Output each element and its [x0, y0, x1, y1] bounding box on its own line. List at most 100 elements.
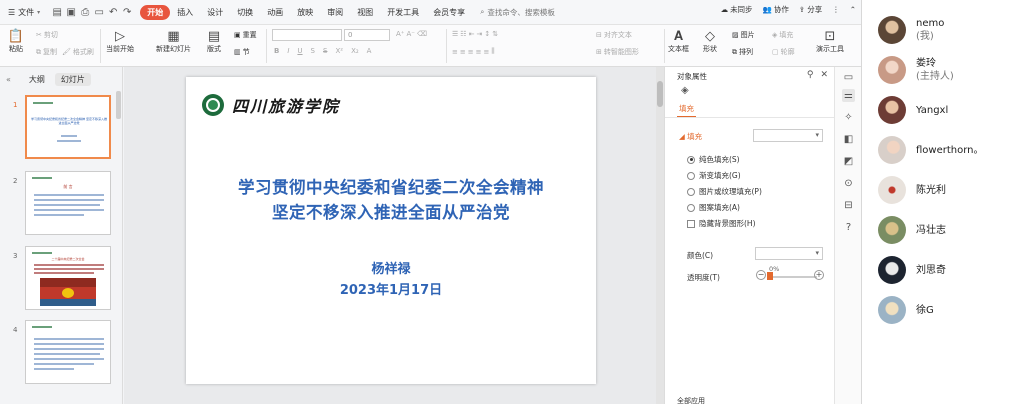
- properties-icon[interactable]: ⚌: [842, 89, 855, 102]
- print-preview-icon[interactable]: ▭: [92, 5, 106, 19]
- subscript-icon[interactable]: X₂: [351, 47, 359, 55]
- tab-animations[interactable]: 动画: [260, 5, 290, 20]
- cut-button[interactable]: ✂ 剪切: [36, 30, 58, 40]
- collab-button[interactable]: 👥 协作: [763, 4, 789, 15]
- columns-icon[interactable]: ⫼: [491, 47, 494, 56]
- current-slide[interactable]: 四川旅游学院 学习贯彻中央纪委和省纪委二次全会精神 坚定不移深入推进全面从严治党…: [186, 77, 596, 384]
- radio-button[interactable]: [687, 171, 695, 180]
- picture-button[interactable]: ▨ 图片: [732, 30, 755, 40]
- redo-icon[interactable]: ↷: [120, 5, 134, 19]
- color-select[interactable]: ▾: [755, 247, 823, 260]
- option-gradient-fill[interactable]: 渐变填充(G): [687, 170, 741, 181]
- apply-all-button[interactable]: 全部应用: [677, 396, 705, 404]
- tab-fill[interactable]: 填充: [677, 103, 696, 118]
- bold-icon[interactable]: B: [274, 47, 279, 55]
- slide-thumbnail-3[interactable]: 二十届中央纪委二次全会: [25, 246, 111, 310]
- file-menu[interactable]: ☰ 文件 ▾: [8, 7, 40, 18]
- radio-button[interactable]: [687, 187, 695, 196]
- fill-button[interactable]: ◈ 填充: [772, 30, 793, 40]
- shadow-icon[interactable]: S: [311, 47, 315, 55]
- arrange-button[interactable]: ⧉ 排列: [732, 47, 753, 57]
- slide-thumbnail-2[interactable]: 前 言: [25, 171, 111, 235]
- option-pattern-fill[interactable]: 图案填充(A): [687, 202, 740, 213]
- font-family-select[interactable]: [272, 29, 342, 41]
- participant-item[interactable]: 陈光利: [878, 176, 946, 204]
- tab-outline[interactable]: 大纲: [23, 73, 51, 86]
- slide-title-line-1[interactable]: 学习贯彻中央纪委和省纪委二次全会精神: [186, 174, 596, 198]
- save-icon[interactable]: ▣: [64, 5, 78, 19]
- new-doc-icon[interactable]: ▤: [50, 5, 64, 19]
- tab-slideshow[interactable]: 放映: [290, 5, 320, 20]
- tab-review[interactable]: 审阅: [320, 5, 350, 20]
- shape-button[interactable]: ◇ 形状: [702, 28, 718, 54]
- bullet-list-icon[interactable]: ☰: [452, 30, 458, 38]
- location-icon[interactable]: ⊙: [842, 177, 855, 190]
- presentation-tools-button[interactable]: ⊡ 演示工具: [816, 28, 844, 54]
- layout-button[interactable]: ▤ 版式: [206, 28, 222, 54]
- print-icon[interactable]: ⎙: [78, 5, 92, 19]
- new-slide-button[interactable]: ▦ 新建幻灯片: [156, 28, 191, 54]
- presenter-name[interactable]: 杨祥禄: [186, 258, 596, 277]
- slide-thumbnail-1[interactable]: 学习贯彻中央纪委和省纪委二次全会精神 坚定不移深入推进全面从严治党: [25, 95, 111, 159]
- participant-item[interactable]: 娄玲 (主持人): [878, 56, 954, 84]
- transparency-slider[interactable]: [769, 276, 817, 278]
- tab-design[interactable]: 设计: [200, 5, 230, 20]
- font-color-icon[interactable]: A: [367, 47, 372, 55]
- collapse-ribbon-icon[interactable]: ⌃: [850, 5, 856, 14]
- sync-status[interactable]: ☁ 未同步: [721, 4, 753, 15]
- format-painter-button[interactable]: 🖌 格式刷: [62, 47, 94, 57]
- align-left-icon[interactable]: ≡: [452, 48, 458, 56]
- magic-icon[interactable]: ✧: [842, 111, 855, 124]
- indent-increase-icon[interactable]: ⇥: [476, 30, 482, 38]
- slide-title-line-2[interactable]: 坚定不移深入推进全面从严治党: [186, 199, 596, 223]
- pin-icon[interactable]: ⚲: [807, 70, 814, 80]
- outline-button[interactable]: ▢ 轮廓: [772, 47, 795, 57]
- participant-item[interactable]: 徐G: [878, 296, 934, 324]
- line-spacing-icon[interactable]: ↕: [484, 30, 490, 38]
- help-icon[interactable]: ?: [842, 221, 855, 234]
- presentation-date[interactable]: 2023年1月17日: [186, 279, 596, 298]
- canvas-scrollbar[interactable]: [656, 67, 664, 404]
- clear-format-icon[interactable]: ⌫: [417, 30, 427, 38]
- align-center-icon[interactable]: ≡: [460, 48, 466, 56]
- plus-icon[interactable]: +: [814, 270, 824, 280]
- participant-item[interactable]: nemo (我): [878, 16, 944, 44]
- participant-item[interactable]: 冯壮志: [878, 216, 946, 244]
- tab-developer[interactable]: 开发工具: [380, 5, 426, 20]
- slide-thumbnail-4[interactable]: [25, 320, 111, 384]
- participant-item[interactable]: flowerthorn。: [878, 136, 984, 164]
- fill-preset-select[interactable]: ▾: [753, 129, 823, 142]
- checkbox[interactable]: [687, 219, 695, 228]
- collapse-panel-icon[interactable]: «: [6, 75, 11, 84]
- play-from-current-button[interactable]: ▷ 当前开始: [106, 28, 134, 54]
- tab-home[interactable]: 开始: [140, 4, 171, 20]
- tab-view[interactable]: 视图: [350, 5, 380, 20]
- font-size-select[interactable]: 0: [344, 29, 390, 41]
- option-hide-background[interactable]: 隐藏背景图形(H): [687, 218, 756, 229]
- participant-item[interactable]: 刘思奇: [878, 256, 946, 284]
- textbox-button[interactable]: 𝐀 文本框: [668, 28, 689, 54]
- option-solid-fill[interactable]: 纯色填充(S): [687, 154, 740, 165]
- text-direction-icon[interactable]: ⇅: [492, 30, 498, 38]
- align-right-icon[interactable]: ≡: [468, 48, 474, 56]
- close-icon[interactable]: ✕: [820, 70, 828, 80]
- tab-member[interactable]: 会员专享: [426, 5, 472, 20]
- justify-icon[interactable]: ≡: [476, 48, 482, 56]
- radio-button[interactable]: [687, 155, 695, 164]
- tab-transitions[interactable]: 切换: [230, 5, 260, 20]
- italic-icon[interactable]: I: [287, 47, 289, 55]
- command-search[interactable]: ⌕ 查找命令、搜索模板: [480, 7, 555, 18]
- collapse-icon[interactable]: ▭: [842, 71, 855, 84]
- backup-icon[interactable]: ⊟: [842, 199, 855, 212]
- share-button[interactable]: ⇪ 分享: [799, 4, 822, 15]
- numbered-list-icon[interactable]: ☷: [460, 30, 466, 38]
- participant-item[interactable]: Yangxl: [878, 96, 948, 124]
- thumbnail-scrollbar[interactable]: [116, 91, 121, 119]
- distribute-icon[interactable]: ≡: [484, 48, 490, 56]
- animation-icon[interactable]: ◧: [842, 133, 855, 146]
- font-grow-shrink[interactable]: A⁺ A⁻ ⌫: [396, 30, 427, 38]
- option-picture-fill[interactable]: 图片或纹理填充(P): [687, 186, 762, 197]
- paste-button[interactable]: 📋 粘贴: [8, 28, 24, 54]
- font-grow-icon[interactable]: A⁺: [396, 30, 404, 38]
- tab-insert[interactable]: 插入: [170, 5, 200, 20]
